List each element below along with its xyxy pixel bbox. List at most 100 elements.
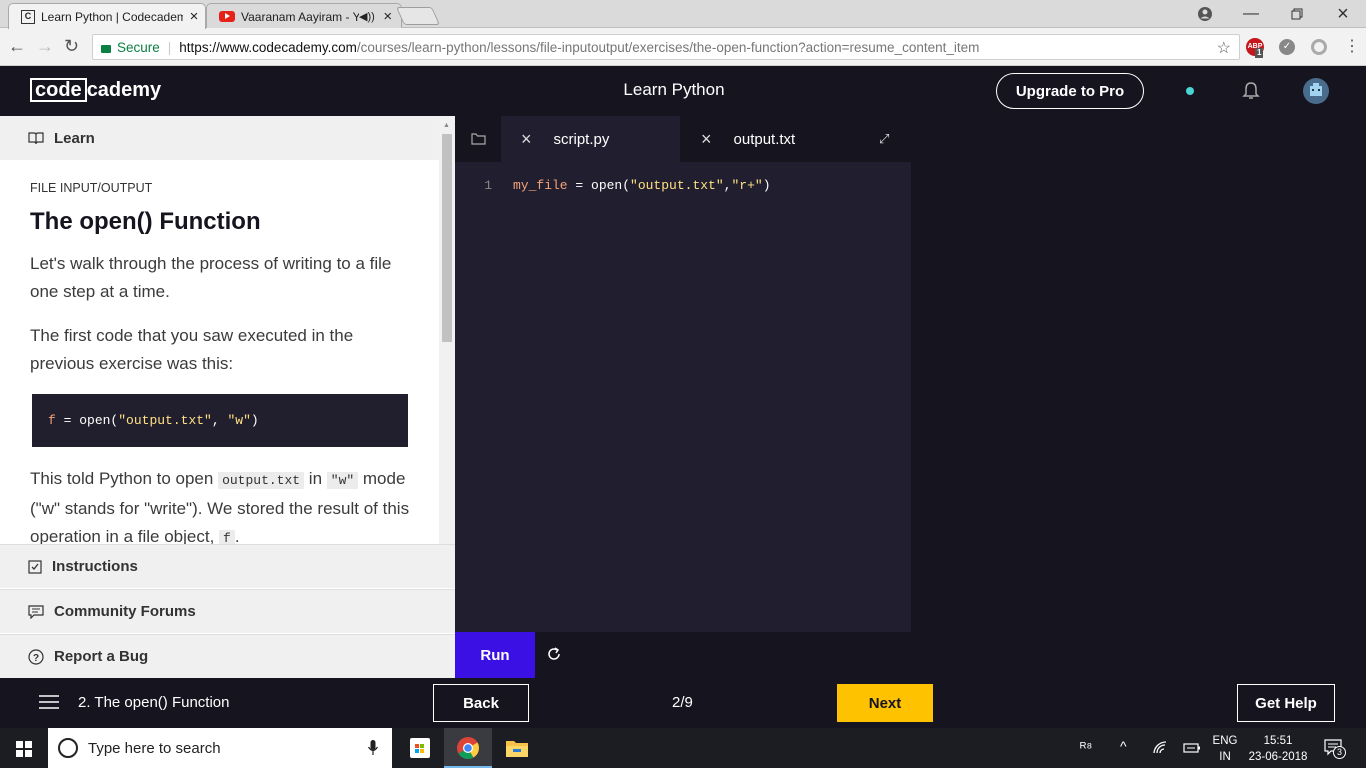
run-button[interactable]: Run [455, 632, 535, 678]
cortana-icon [58, 738, 78, 758]
new-tab-button[interactable] [395, 7, 441, 25]
code-comma: , [211, 413, 228, 428]
clock-time: 15:51 [1263, 735, 1293, 747]
close-window-button[interactable]: × [1320, 0, 1366, 28]
svg-text:?: ? [33, 653, 39, 664]
expand-icon[interactable]: ⤢ [879, 116, 889, 162]
browser-tab-youtube[interactable]: Vaaranam Aayiram - YouTube ◀)) × [206, 3, 402, 29]
tab-output-txt[interactable]: × output.txt [701, 116, 795, 162]
tab-output-txt-label: output.txt [733, 130, 796, 148]
paragraph-3-text-d: . [234, 527, 240, 544]
lesson-title: The open() Function [30, 208, 261, 235]
community-forums-label: Community Forums [54, 603, 196, 620]
lesson-label: FILE INPUT/OUTPUT [30, 181, 153, 195]
tab-script-py[interactable]: × script.py [501, 116, 680, 162]
code-line-1[interactable]: 1 my_file = open("output.txt","r+") [455, 178, 911, 193]
scroll-up-icon[interactable]: ▲ [443, 122, 450, 129]
microphone-icon[interactable] [368, 740, 378, 756]
code-close: ) [250, 413, 259, 428]
tab-script-py-label: script.py [553, 130, 610, 148]
secure-label: Secure [117, 39, 160, 55]
browser-tab-codecademy[interactable]: C Learn Python | Codecademy × [8, 3, 206, 29]
bookmark-star-icon[interactable]: ☆ [1217, 38, 1231, 58]
code-eq: = open( [567, 178, 631, 193]
checkbox-icon [28, 559, 42, 574]
instructions-section-header[interactable]: Instructions [0, 544, 455, 588]
folder-icon[interactable] [471, 116, 486, 162]
progress-indicator: 2/9 [672, 694, 693, 711]
inline-code-output-txt: output.txt [218, 472, 305, 489]
back-arrow-icon[interactable]: ← [8, 36, 28, 56]
store-icon[interactable] [410, 738, 430, 758]
clock-date: 23-06-2018 [1248, 751, 1308, 763]
battery-icon[interactable] [1183, 742, 1201, 754]
avatar[interactable] [1303, 78, 1329, 104]
article-scrollbar[interactable]: ▲ [439, 116, 455, 544]
code-var: my_file [513, 178, 568, 193]
audio-playing-icon[interactable]: ◀)) [359, 10, 375, 23]
minimize-button[interactable]: — [1228, 0, 1274, 28]
close-icon[interactable]: × [701, 129, 712, 150]
forward-arrow-icon[interactable]: → [36, 36, 56, 56]
browser-toolbar: ← → ↻ Secure | https://www.codecademy.co… [0, 28, 1366, 66]
restore-button[interactable] [1274, 0, 1320, 28]
extension-circle-icon[interactable] [1311, 39, 1327, 55]
close-tab-icon[interactable]: × [377, 8, 399, 25]
reset-icon[interactable] [546, 646, 562, 662]
report-bug-header[interactable]: ? Report a Bug [0, 634, 455, 678]
code-editor: × script.py × output.txt ⤢ 1 my_file = o… [455, 116, 911, 678]
book-icon [28, 132, 44, 145]
codecademy-favicon-icon: C [21, 9, 35, 24]
scrollbar-thumb[interactable] [442, 134, 452, 342]
code-example: f = open("output.txt", "w") [32, 394, 408, 447]
chrome-menu-icon[interactable]: ⋮ [1344, 36, 1360, 56]
code-line-content: my_file = open("output.txt","r+") [513, 178, 771, 193]
clock[interactable]: 15:51 23-06-2018 [1246, 733, 1310, 765]
get-help-button[interactable]: Get Help [1237, 684, 1335, 722]
people-icon[interactable]: ᴿ⁸ [1080, 739, 1092, 755]
lesson-footer: 2. The open() Function Back 2/9 Next Get… [0, 678, 1366, 728]
question-icon: ? [28, 648, 44, 665]
close-tab-icon[interactable]: × [183, 8, 205, 25]
windows-taskbar: Type here to search ᴿ⁸ ^ ENG IN 15:51 23… [0, 728, 1366, 768]
url-path: /courses/learn-python/lessons/file-input… [356, 39, 980, 55]
browser-tab-title: Learn Python | Codecademy [41, 9, 183, 24]
adblock-extension-icon[interactable]: ABP 1 [1246, 38, 1264, 58]
browser-tab-strip: C Learn Python | Codecademy × Vaaranam A… [0, 0, 1366, 29]
lesson-article: FILE INPUT/OUTPUT The open() Function Le… [0, 160, 440, 544]
output-pane [911, 116, 1366, 678]
code-arg1: "output.txt" [630, 178, 724, 193]
action-center-icon[interactable]: 3 [1324, 739, 1346, 759]
learn-label: Learn [54, 129, 95, 147]
taskbar-search-box[interactable]: Type here to search [48, 728, 392, 768]
wifi-icon[interactable] [1153, 741, 1169, 755]
chrome-taskbar-icon[interactable] [444, 728, 492, 768]
menu-icon[interactable] [39, 695, 59, 709]
bell-icon[interactable] [1242, 81, 1260, 101]
file-explorer-icon[interactable] [505, 738, 529, 758]
next-button[interactable]: Next [837, 684, 933, 722]
address-bar[interactable]: Secure | https://www.codecademy.com/cour… [92, 34, 1240, 60]
community-forums-header[interactable]: Community Forums [0, 589, 455, 633]
code-var: f [48, 413, 56, 428]
code-close: ) [762, 178, 771, 193]
codecademy-header: code cademy Learn Python Upgrade to Pro [0, 66, 1366, 116]
separator: | [167, 39, 172, 55]
chevron-up-icon[interactable]: ^ [1120, 738, 1127, 754]
upgrade-to-pro-button[interactable]: Upgrade to Pro [996, 73, 1144, 109]
windows-start-icon[interactable] [16, 741, 32, 757]
learn-section-header[interactable]: Learn [0, 116, 455, 160]
reload-icon[interactable]: ↻ [64, 36, 84, 56]
paragraph-3: This told Python to open output.txt in "… [30, 465, 410, 544]
profile-icon[interactable] [1182, 0, 1228, 28]
extension-check-icon[interactable]: ✓ [1279, 39, 1295, 55]
report-bug-label: Report a Bug [54, 648, 149, 665]
back-button[interactable]: Back [433, 684, 529, 722]
chat-icon [28, 604, 44, 619]
close-icon[interactable]: × [521, 129, 532, 150]
url-host: https://www.codecademy.com [179, 39, 357, 55]
notification-count: 3 [1333, 746, 1346, 759]
inline-code-w: "w" [326, 472, 359, 489]
language-indicator[interactable]: ENG IN [1212, 733, 1238, 765]
code-eq: = open( [55, 413, 119, 428]
